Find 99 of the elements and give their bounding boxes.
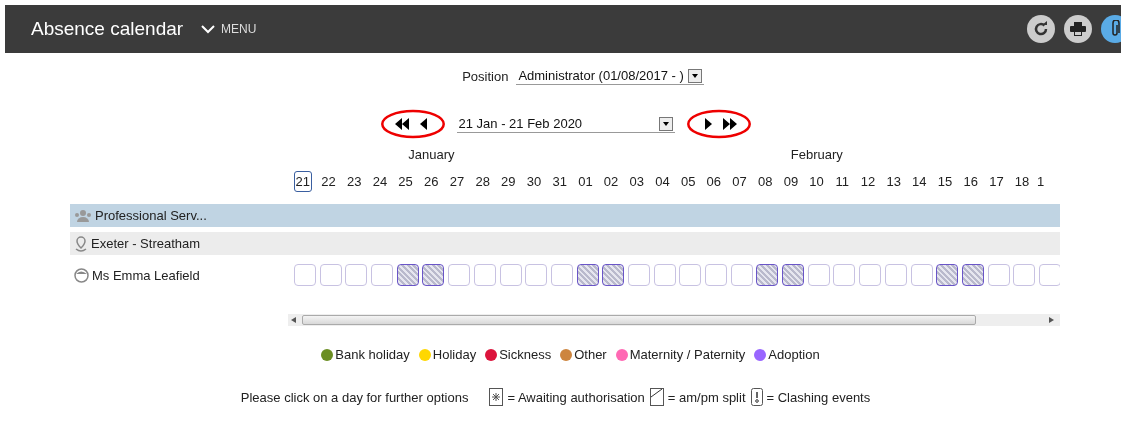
diagonal-split-icon	[649, 388, 664, 406]
day-number[interactable]: 17	[987, 170, 1006, 192]
day-cell[interactable]	[448, 264, 471, 286]
caret-icon	[662, 121, 669, 126]
key-label: = Clashing events	[766, 389, 871, 405]
horizontal-scrollbar[interactable]	[288, 314, 1060, 326]
month-label: January	[408, 147, 455, 162]
day-cell[interactable]	[705, 264, 727, 286]
day-cell[interactable]	[499, 264, 522, 286]
day-cell[interactable]	[936, 264, 959, 286]
person-face-icon	[74, 267, 89, 283]
day-cell[interactable]	[730, 264, 753, 286]
day-number[interactable]: 23	[345, 170, 364, 192]
day-number[interactable]: 06	[704, 170, 724, 192]
day-number[interactable]: 08	[756, 170, 775, 192]
day-number[interactable]: 01	[576, 170, 595, 192]
day-cell[interactable]	[576, 264, 599, 286]
month-label: February	[790, 147, 843, 162]
day-cell[interactable]	[345, 264, 368, 286]
day-cell[interactable]	[396, 264, 419, 286]
day-cell[interactable]	[525, 264, 548, 286]
asterisk-icon	[489, 388, 504, 406]
day-cell[interactable]	[1038, 264, 1060, 286]
highlight-ellipse	[380, 109, 445, 139]
date-range-dropdown[interactable]: 21 Jan - 21 Feb 2020	[456, 115, 675, 133]
menu-button[interactable]: MENU	[201, 22, 257, 36]
day-number[interactable]: 15	[935, 170, 955, 192]
day-number[interactable]: 30	[524, 170, 544, 192]
day-cell[interactable]	[782, 264, 805, 286]
day-number[interactable]: 11	[833, 170, 852, 192]
day-number[interactable]: 21	[293, 170, 313, 192]
day-number[interactable]: 13	[884, 170, 903, 192]
day-cell[interactable]	[627, 264, 650, 286]
day-number[interactable]: 04	[653, 170, 672, 192]
print-icon[interactable]	[1064, 15, 1092, 43]
day-number[interactable]: 25	[396, 170, 415, 192]
day-number[interactable]: 22	[319, 170, 338, 192]
legend-label: Holiday	[432, 347, 477, 362]
clash-icon	[750, 388, 763, 406]
day-number[interactable]: 31	[550, 170, 569, 192]
day-cell[interactable]	[884, 264, 907, 286]
key-label: = am/pm split	[667, 389, 746, 405]
day-number[interactable]: 10	[807, 170, 826, 192]
day-number[interactable]: 16	[961, 170, 980, 192]
hint-text: Please click on a day for further options	[240, 389, 469, 405]
day-cell[interactable]	[1013, 264, 1036, 286]
fast-forward-icon[interactable]	[722, 118, 737, 130]
refresh-icon[interactable]	[1027, 15, 1055, 43]
position-dropdown[interactable]: Administrator (01/08/2017 - )	[516, 67, 704, 85]
day-number[interactable]: 27	[447, 170, 467, 192]
day-number[interactable]: 09	[781, 170, 801, 192]
day-cell[interactable]	[756, 264, 779, 286]
key-label: = Awaiting authorisation	[507, 389, 645, 405]
chevron-down-icon	[201, 24, 216, 34]
legend-label: Maternity / Paternity	[629, 347, 746, 362]
day-cell[interactable]	[961, 264, 984, 286]
day-cell[interactable]	[602, 264, 625, 286]
day-number[interactable]: 05	[678, 170, 698, 192]
day-number[interactable]: 12	[858, 170, 878, 192]
day-cell[interactable]	[319, 264, 342, 286]
legend-label: Sickness	[499, 347, 552, 362]
row-label: Exeter - Streatham	[91, 236, 201, 251]
position-label: Position	[462, 68, 509, 84]
highlight-ellipse	[686, 109, 751, 139]
location-pin-icon	[74, 235, 88, 252]
day-cell[interactable]	[550, 264, 573, 286]
day-cell[interactable]	[910, 264, 933, 286]
day-cell[interactable]	[807, 264, 830, 286]
day-cell[interactable]	[371, 264, 394, 286]
day-number[interactable]: 28	[473, 170, 492, 192]
legend-label: Other	[574, 347, 607, 362]
day-cell[interactable]	[987, 264, 1010, 286]
day-number[interactable]: 07	[730, 170, 749, 192]
day-cell[interactable]	[679, 264, 702, 286]
day-cell[interactable]	[294, 264, 316, 286]
caret-icon	[691, 73, 698, 78]
day-number[interactable]: 29	[499, 170, 518, 192]
day-number[interactable]: 26	[422, 170, 441, 192]
day-number[interactable]: 14	[910, 170, 929, 192]
day-cell[interactable]	[422, 264, 445, 286]
people-icon	[74, 209, 92, 222]
day-number[interactable]: 18	[1012, 170, 1032, 192]
day-number[interactable]: 24	[370, 170, 390, 192]
day-cell[interactable]	[859, 264, 882, 286]
row-label: Professional Serv...	[95, 208, 207, 223]
legend-label: Bank holiday	[335, 347, 410, 362]
scroll-left-icon[interactable]	[291, 317, 296, 323]
day-cell[interactable]	[473, 264, 496, 286]
paperclip-icon[interactable]	[1101, 15, 1121, 43]
scroll-right-icon[interactable]	[1049, 317, 1054, 323]
day-cell[interactable]	[653, 264, 676, 286]
legend-label: Adoption	[768, 347, 820, 362]
day-number[interactable]: 03	[627, 170, 646, 192]
app-title: Absence calendar	[31, 18, 184, 40]
row-label: Ms Emma Leafield	[92, 267, 200, 283]
rewind-icon[interactable]	[394, 118, 409, 130]
day-cell[interactable]	[833, 264, 856, 286]
day-number[interactable]: 1	[1034, 170, 1047, 192]
day-number[interactable]: 02	[601, 170, 621, 192]
